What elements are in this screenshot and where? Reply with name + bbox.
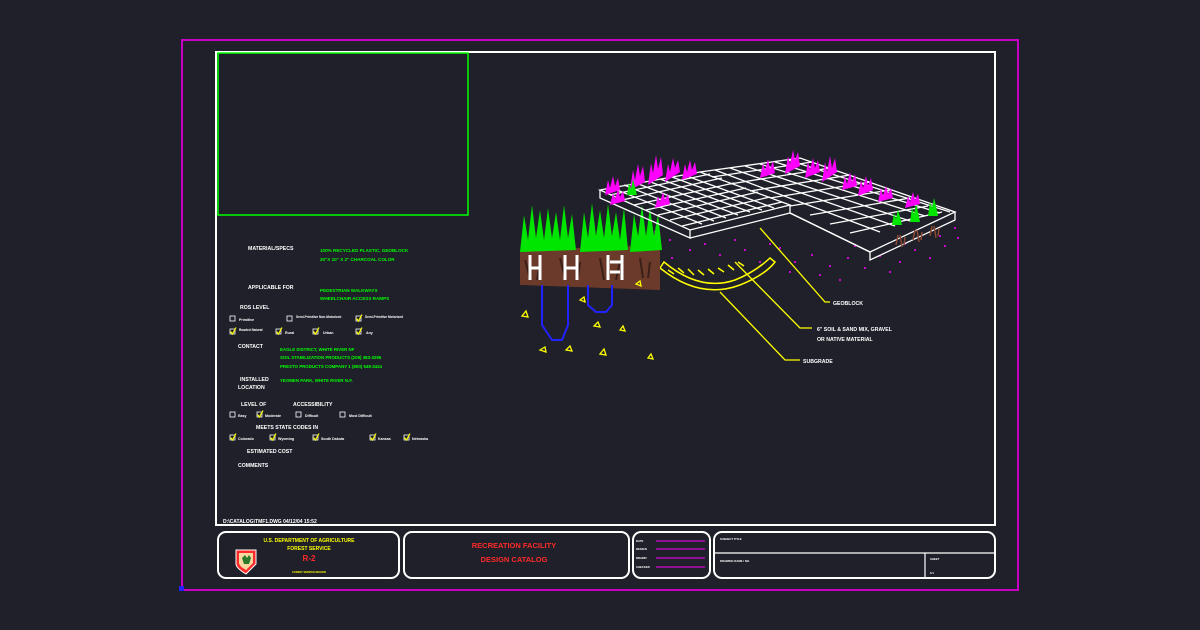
material-label: MATERIAL/SPECS — [248, 246, 294, 252]
field-label-checked: CHECKED — [636, 565, 650, 569]
photo-placeholder — [217, 52, 469, 216]
ros-checkbox-primitive[interactable] — [229, 315, 236, 322]
installed-label: INSTALLED — [240, 377, 269, 383]
origin-marker — [179, 586, 184, 591]
state-codes-label: MEETS STATE CODES IN — [256, 425, 318, 431]
level-checkbox-difficult[interactable] — [295, 411, 302, 418]
level-checkbox-easy[interactable] — [229, 411, 236, 418]
agency-line-1: U.S. DEPARTMENT OF AGRICULTURE — [263, 538, 355, 544]
contact-line-3: PRESTO PRODUCTS COMPANY 1 (800) 548-3424 — [280, 364, 383, 369]
ros-option-label: Semi-Primitive Motorized — [365, 315, 403, 319]
installed-value: YEOMEN PARK, WHITE RIVER N.F. — [280, 378, 353, 383]
accessibility-label: ACCESSIBILITY — [293, 402, 333, 408]
level-option-label: Moderate — [265, 414, 281, 418]
catalog-title-2: DESIGN CATALOG — [481, 555, 548, 564]
callout-geoblock: GEOBLOCK — [833, 301, 863, 307]
location-label: LOCATION — [238, 385, 265, 391]
subject-cell — [713, 531, 996, 579]
callout-fill-2: OR NATIVE MATERIAL — [817, 337, 874, 343]
contact-label: CONTACT — [238, 344, 264, 350]
fields-cell — [632, 531, 711, 579]
file-path: D:\CATALOG\TMF1.DWG 04/12/04 15:52 — [223, 519, 317, 525]
ros-checkbox-semi-primitive-non-motorized[interactable] — [286, 315, 293, 322]
ros-option-label: Any — [366, 331, 373, 335]
agency-line-2: FOREST SERVICE — [287, 546, 331, 552]
applicable-label: APPLICABLE FOR — [248, 285, 294, 291]
callout-subgrade: SUBGRADE — [803, 359, 833, 365]
field-label-date: DATE — [636, 539, 644, 543]
specs-block: MATERIAL/SPECS 100% RECYCLED PLASTIC, GE… — [229, 246, 429, 469]
forest-service-shield-icon — [235, 549, 257, 575]
ros-option-label: Rural — [285, 331, 294, 335]
geoblock-illustration: GEOBLOCK 6" SOIL & SAND MIX, GRAVEL OR N… — [520, 150, 959, 365]
level-label: LEVEL OF — [241, 402, 266, 408]
drawing-name-label: DRAWING NAME / NO. — [720, 559, 750, 563]
catalog-title-1: RECREATION FACILITY — [472, 541, 556, 550]
grass-clump — [520, 203, 662, 252]
material-value-1: 100% RECYCLED PLASTIC, GEOBLOCK — [320, 248, 409, 253]
ros-option-label: Urban — [323, 331, 333, 335]
ros-option-label: Semi-Primitive Non-Motorized — [296, 315, 341, 319]
state-option-label: Kansas — [378, 437, 391, 441]
field-label-drawn: DRAWN — [636, 556, 647, 560]
level-checkbox-most-difficult[interactable] — [339, 411, 346, 418]
field-label-design: DESIGN — [636, 547, 647, 551]
estimated-cost-label: ESTIMATED COST — [247, 449, 293, 455]
callout-leaders — [719, 227, 830, 361]
agency-sub: FOREST SERVICE REGION — [292, 570, 326, 574]
state-option-label: Colorado — [238, 437, 255, 441]
level-option-label: Easy — [238, 414, 246, 418]
state-option-label: Wyoming — [278, 437, 294, 441]
applicable-value-1: PEDESTRIAN WALKWAYS — [320, 288, 378, 293]
foundation-pier — [587, 285, 613, 313]
state-option-label: Nebraska — [412, 437, 429, 441]
region-label: R-2 — [303, 554, 316, 563]
material-value-2: 20"X 10" X 2" CHARCOAL COLOR — [320, 257, 395, 262]
sheet-value: 1/1 — [930, 571, 934, 575]
comments-label: COMMENTS — [238, 463, 269, 469]
title-block: U.S. DEPARTMENT OF AGRICULTURE FOREST SE… — [217, 531, 996, 579]
subject-label: SUBJECT TITLE — [720, 537, 742, 541]
level-option-label: Most Difficult — [349, 414, 373, 418]
callout-fill-1: 6" SOIL & SAND MIX, GRAVEL — [817, 327, 893, 333]
foundation-pier — [541, 285, 569, 341]
sheet-label: SHEET — [930, 557, 940, 561]
state-option-label: South Dakota — [321, 437, 345, 441]
contact-line-1: EAGLE DISTRICT, WHITE RIVER NF — [280, 347, 355, 352]
cad-drawing: MATERIAL/SPECS 100% RECYCLED PLASTIC, GE… — [179, 39, 1019, 591]
level-option-label: Difficult — [305, 414, 319, 418]
ros-option-label: Primitive — [239, 318, 254, 322]
ros-label: ROS LEVEL — [240, 305, 270, 311]
contact-line-2: SOIL STABILIZATION PRODUCTS (209) 383-32… — [280, 355, 382, 360]
applicable-value-2: WHEELCHAIR ACCESS RAMPS — [320, 296, 389, 301]
ros-option-label: Roaded Natural — [239, 328, 263, 332]
